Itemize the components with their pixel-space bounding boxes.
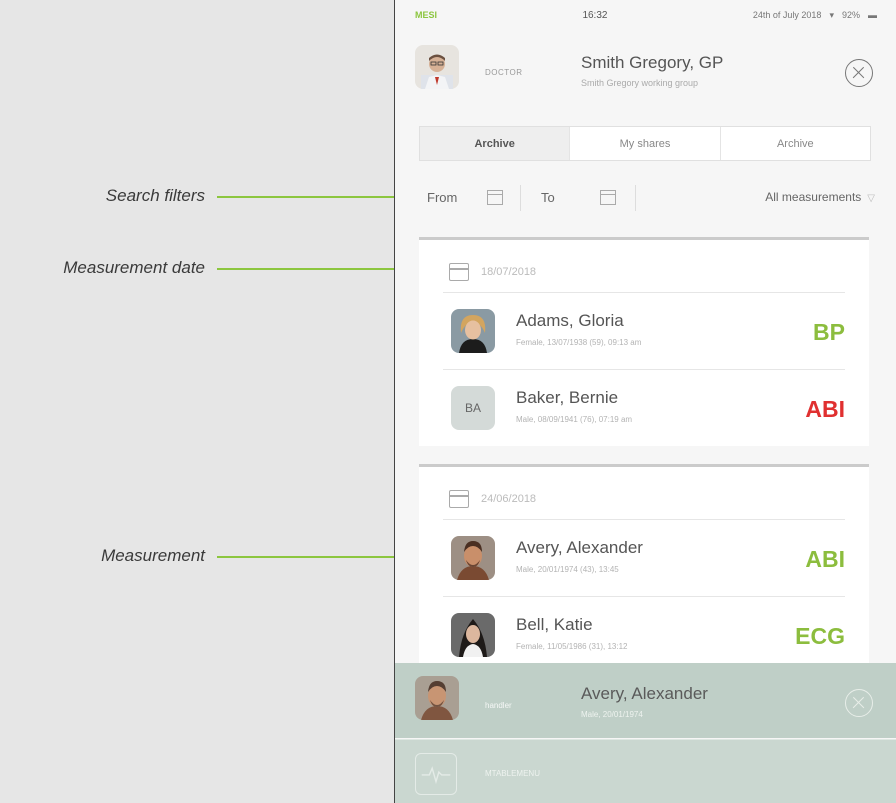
- status-right: 24th of July 2018 ▾ 92% ▬: [753, 10, 877, 21]
- battery-level: 92%: [841, 9, 860, 20]
- tab-archive[interactable]: Archive: [420, 127, 570, 160]
- status-time: 16:32: [582, 9, 608, 21]
- measurement-group: 18/07/2018 Adams, Gloria Female, 13/07/1…: [419, 237, 869, 446]
- measurement-select[interactable]: All measurements ▽: [765, 190, 875, 204]
- patient-initials: BA: [451, 386, 495, 430]
- to-label: To: [541, 190, 555, 205]
- measurement-type: ABI: [805, 396, 845, 422]
- date-row: 18/07/2018: [419, 240, 869, 292]
- callout-line-search-filters: [217, 196, 409, 198]
- brand-label: MESI: [415, 10, 438, 20]
- patient-name: Avery, Alexander: [516, 538, 643, 557]
- patient-row[interactable]: Adams, Gloria Female, 13/07/1938 (59), 0…: [443, 292, 845, 369]
- measurement-date: 24/06/2018: [481, 493, 537, 505]
- patient-info: Male, 20/01/1974 (43), 13:45: [516, 565, 619, 574]
- selected-patient-info: Male, 20/01/1974: [581, 710, 643, 719]
- doctor-avatar[interactable]: [415, 45, 459, 89]
- from-calendar-icon[interactable]: [487, 190, 503, 205]
- close-button[interactable]: [845, 59, 873, 87]
- tab-archive-secondary[interactable]: Archive: [719, 127, 870, 160]
- measurement-group: 24/06/2018 Avery, Alexander Male, 20/01/…: [419, 464, 869, 667]
- bottom-menu-bar: MTABLEMENU: [395, 739, 896, 803]
- selected-patient-avatar: [415, 676, 459, 720]
- calendar-icon: [449, 490, 469, 508]
- doctor-name: Smith Gregory, GP: [581, 53, 724, 72]
- measurement-date: 18/07/2018: [481, 266, 537, 278]
- tablet-screen: MESI 16:32 24th of July 2018 ▾ 92% ▬ DOC…: [394, 0, 896, 803]
- patient-row[interactable]: BA Baker, Bernie Male, 08/09/1941 (76), …: [443, 369, 845, 446]
- patient-name: Adams, Gloria: [516, 311, 624, 330]
- battery-icon: ▬: [868, 9, 877, 20]
- bottom-menu-label: MTABLEMENU: [485, 769, 540, 778]
- doctor-header: DOCTOR Smith Gregory, GP Smith Gregory w…: [395, 30, 896, 105]
- filter-divider: [520, 185, 521, 211]
- patient-name: Baker, Bernie: [516, 388, 619, 407]
- callout-search-filters: Search filters: [105, 186, 205, 205]
- callout-measurement: Measurement: [101, 546, 205, 565]
- heartbeat-icon[interactable]: [415, 753, 457, 795]
- selected-patient-name: Avery, Alexander: [581, 684, 708, 703]
- patient-info: Male, 08/09/1941 (76), 07:19 am: [516, 415, 633, 424]
- filter-divider: [635, 185, 636, 211]
- patient-info: Female, 11/05/1986 (31), 13:12: [516, 642, 628, 651]
- from-label: From: [427, 190, 458, 205]
- callout-measurement-date: Measurement date: [63, 258, 205, 277]
- search-filters: From To All measurements ▽: [415, 182, 875, 214]
- patient-name: Bell, Katie: [516, 615, 593, 634]
- chevron-down-icon: ▽: [867, 193, 875, 204]
- status-date: 24th of July 2018: [752, 9, 822, 20]
- patient-row[interactable]: Bell, Katie Female, 11/05/1986 (31), 13:…: [443, 596, 845, 673]
- date-row: 24/06/2018: [419, 467, 869, 519]
- archive-tabs: Archive My shares Archive: [419, 126, 871, 161]
- patient-avatar: [451, 613, 495, 657]
- close-selected-patient-button[interactable]: [845, 689, 873, 717]
- patient-avatar: [451, 536, 495, 580]
- doctor-role: DOCTOR: [485, 68, 523, 77]
- calendar-icon: [449, 263, 469, 281]
- wifi-icon: ▾: [829, 9, 834, 20]
- tab-my-shares[interactable]: My shares: [569, 127, 720, 160]
- to-calendar-icon[interactable]: [600, 190, 616, 205]
- measurement-type: ECG: [795, 623, 845, 649]
- selected-patient-bar[interactable]: handler Avery, Alexander Male, 20/01/197…: [395, 663, 896, 738]
- measurement-select-value: All measurements: [765, 190, 862, 204]
- doctor-group: Smith Gregory working group: [581, 78, 699, 88]
- measurement-type: ABI: [805, 546, 845, 572]
- patient-info: Female, 13/07/1938 (59), 09:13 am: [516, 338, 642, 347]
- measurement-type: BP: [813, 319, 845, 345]
- patient-avatar: [451, 309, 495, 353]
- selected-patient-role: handler: [485, 701, 512, 710]
- status-bar: MESI 16:32 24th of July 2018 ▾ 92% ▬: [395, 0, 896, 30]
- patient-row[interactable]: Avery, Alexander Male, 20/01/1974 (43), …: [443, 519, 845, 596]
